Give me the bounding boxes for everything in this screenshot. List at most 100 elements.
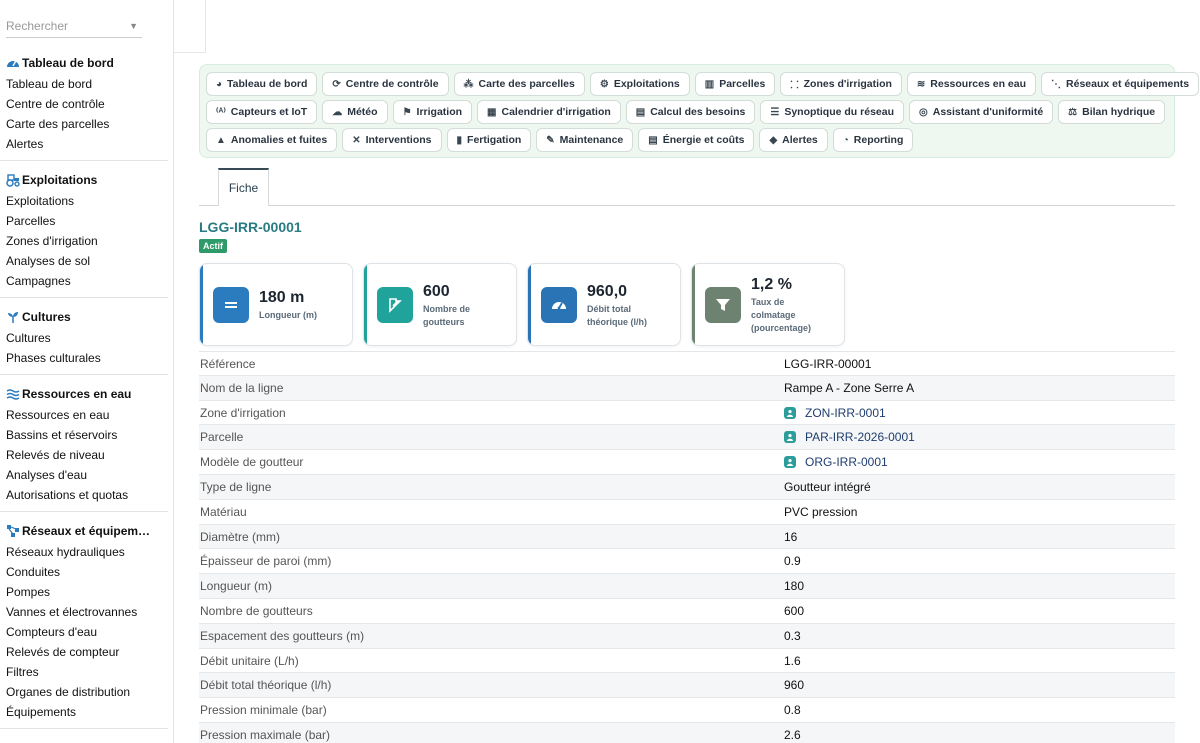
filter-icon: [705, 287, 741, 323]
sidebar-item[interactable]: Campagnes: [0, 271, 173, 291]
module-label: Météo: [347, 106, 378, 118]
sidebar-item[interactable]: Zones d'irrigation: [0, 231, 173, 251]
sidebar-item[interactable]: Vannes et électrovannes: [0, 602, 173, 622]
module-button[interactable]: ◆ Alertes: [759, 128, 828, 152]
field-value-text: 2.6: [784, 727, 801, 742]
sidebar-item[interactable]: Exploitations: [0, 191, 173, 211]
module-icon: ▦: [487, 106, 497, 118]
sidebar-item[interactable]: Relevés de niveau: [0, 445, 173, 465]
sidebar-section-title[interactable]: Tableau de bord: [0, 52, 173, 74]
sidebar-item[interactable]: Analyses de sol: [0, 251, 173, 271]
module-button[interactable]: ▤ Calcul des besoins: [625, 100, 756, 124]
sidebar-section-title[interactable]: Cultures: [0, 306, 173, 328]
module-button[interactable]: ⋱ Réseaux et équipements: [1041, 72, 1200, 96]
field-label: Nombre de goutteurs: [200, 603, 313, 618]
table-row: Type de ligne Goutteur intégré: [199, 474, 1175, 500]
sidebar-item[interactable]: Phases culturales: [0, 348, 173, 368]
sidebar-section-title[interactable]: ⁽ᴬ⁾Capteurs et IoT: [0, 737, 173, 743]
module-button[interactable]: ≋ Ressources en eau: [906, 72, 1037, 96]
table-row: Longueur (m) 180: [199, 574, 1175, 599]
module-label: Assistant d'uniformité: [932, 106, 1044, 118]
module-button[interactable]: ☁ Météo: [322, 100, 388, 124]
module-icon: ☰: [770, 106, 780, 118]
module-button[interactable]: ▤ Énergie et coûts: [638, 128, 755, 152]
sidebar-item[interactable]: Compteurs d'eau: [0, 622, 173, 642]
module-button[interactable]: ◔ Reporting: [832, 128, 914, 152]
module-icon: ⸬: [790, 80, 799, 91]
module-button[interactable]: ◎ Assistant d'uniformité: [909, 100, 1054, 124]
table-row: Modèle de goutteur ORG-IRR-0001: [199, 450, 1175, 475]
module-button[interactable]: ⚑ Irrigation: [392, 100, 473, 124]
gauge-icon: [6, 56, 22, 70]
sidebar-section-label: Tableau de bord: [22, 56, 114, 70]
module-button[interactable]: ⁽ᴬ⁾ Capteurs et IoT: [206, 100, 318, 124]
sidebar-section-title[interactable]: Ressources en eau: [0, 383, 173, 405]
sidebar-divider: [0, 374, 168, 375]
module-button[interactable]: ▲ Anomalies et fuites: [206, 128, 338, 152]
module-panel: ◕ Tableau de bord ⟳ Centre de contrôle ⁂ Cart…: [199, 64, 1200, 158]
sidebar-item[interactable]: Bassins et réservoirs: [0, 425, 173, 445]
module-button[interactable]: ⟳ Centre de contrôle: [322, 72, 449, 96]
module-button[interactable]: ⚙ Exploitations: [589, 72, 690, 96]
module-icon: ◔: [842, 134, 849, 146]
sidebar-item[interactable]: Réseaux hydrauliques: [0, 542, 173, 562]
sidebar-section-title[interactable]: Exploitations: [0, 169, 173, 191]
module-button[interactable]: ⸬ Zones d'irrigation: [780, 72, 902, 96]
module-label: Calcul des besoins: [650, 106, 746, 118]
sidebar-item[interactable]: Organes de distribution: [0, 682, 173, 702]
kpi-value: 180 m: [259, 289, 305, 306]
module-label: Parcelles: [719, 78, 766, 90]
sidebar-item[interactable]: Alertes: [0, 134, 173, 154]
module-label: Maintenance: [559, 134, 624, 146]
sidebar-item[interactable]: Tableau de bord: [0, 74, 173, 94]
tab-fiche[interactable]: Fiche: [218, 168, 269, 206]
module-button[interactable]: ▥ Parcelles: [694, 72, 776, 96]
sidebar-item[interactable]: Équipements: [0, 702, 173, 722]
sidebar-item[interactable]: Parcelles: [0, 211, 173, 231]
module-button[interactable]: ✎ Maintenance: [536, 128, 634, 152]
module-button[interactable]: ☰ Synoptique du réseau: [760, 100, 904, 124]
module-button[interactable]: ▮ Fertigation: [446, 128, 532, 152]
field-link[interactable]: PAR-IRR-2026-0001: [784, 425, 915, 449]
sidebar-item[interactable]: Ressources en eau: [0, 405, 173, 425]
module-button[interactable]: ◕ Tableau de bord: [206, 72, 318, 96]
kpi-card-length: 180 m Longueur (m): [199, 263, 353, 346]
module-icon: ⁂: [463, 78, 474, 90]
sidebar-item[interactable]: Analyses d'eau: [0, 465, 173, 485]
search-input[interactable]: Rechercher ▼: [6, 14, 142, 38]
sidebar-item[interactable]: Relevés de compteur: [0, 642, 173, 662]
field-label: Parcelle: [200, 430, 244, 445]
module-icon: ⟳: [332, 78, 341, 90]
module-icon: ▥: [704, 78, 715, 90]
sidebar-item[interactable]: Carte des parcelles: [0, 114, 173, 134]
search-placeholder: Rechercher: [6, 19, 69, 33]
module-button[interactable]: ▦ Calendrier d'irrigation: [477, 100, 621, 124]
module-button[interactable]: ✕ Interventions: [342, 128, 442, 152]
module-icon: ◆: [769, 134, 778, 146]
module-icon: ⁽ᴬ⁾: [216, 106, 226, 118]
chevron-down-icon[interactable]: ▼: [129, 14, 138, 38]
sidebar-item[interactable]: Centre de contrôle: [0, 94, 173, 114]
module-label: Exploitations: [613, 78, 680, 90]
sidebar-item[interactable]: Filtres: [0, 662, 173, 682]
kpi-label: Nombre de goutteurs: [423, 304, 471, 327]
sidebar-item[interactable]: Autorisations et quotas: [0, 485, 173, 505]
sidebar-item[interactable]: Cultures: [0, 328, 173, 348]
tab-bar: Fiche: [199, 168, 1175, 206]
sidebar-item[interactable]: Conduites: [0, 562, 173, 582]
field-link[interactable]: ORG-IRR-0001: [784, 450, 888, 474]
sidebar-item[interactable]: Pompes: [0, 582, 173, 602]
table-row: Diamètre (mm) 16: [199, 524, 1175, 550]
field-label: Matériau: [200, 504, 247, 519]
field-value: 0.9: [784, 549, 801, 573]
table-row: Espacement des goutteurs (m) 0.3: [199, 623, 1175, 649]
module-button[interactable]: ⚖ Bilan hydrique: [1058, 100, 1166, 124]
field-value-text: 180: [784, 579, 805, 594]
field-link[interactable]: ZON-IRR-0001: [784, 401, 886, 425]
sidebar-section-title[interactable]: Réseaux et équipem…: [0, 520, 173, 542]
module-row: ◕ Tableau de bord ⟳ Centre de contrôle ⁂ Cart…: [206, 70, 1200, 98]
module-label: Capteurs et IoT: [230, 106, 308, 118]
module-button[interactable]: ⁂ Carte des parcelles: [453, 72, 585, 96]
table-row: Débit total théorique (l/h) 960: [199, 673, 1175, 699]
module-icon: ☁: [332, 106, 343, 118]
